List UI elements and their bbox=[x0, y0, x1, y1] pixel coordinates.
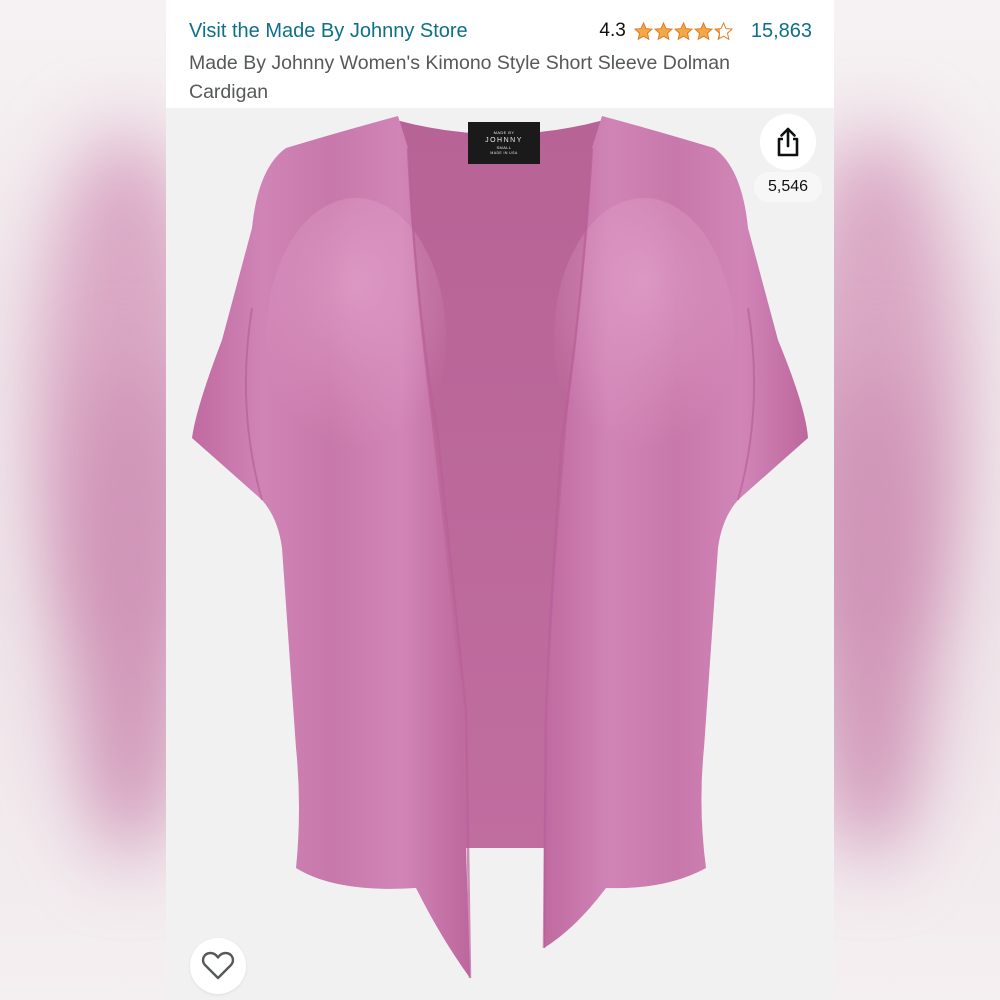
product-image[interactable]: MADE BY JOHNNY SMALL MADE IN USA bbox=[166, 108, 834, 1000]
left-blurred-backdrop bbox=[0, 0, 170, 1000]
share-icon bbox=[777, 127, 799, 157]
right-blurred-backdrop bbox=[830, 0, 1000, 1000]
review-count-link[interactable]: 15,863 bbox=[751, 20, 812, 43]
rating-value: 4.3 bbox=[599, 20, 626, 41]
product-header: Visit the Made By Johnny Store 4.3 15,86… bbox=[166, 0, 834, 108]
rating-summary[interactable]: 4.3 15,863 bbox=[599, 20, 812, 43]
brand-label-line: SMALL bbox=[496, 145, 511, 150]
star-icon bbox=[653, 21, 673, 40]
cardigan-image: MADE BY JOHNNY SMALL MADE IN USA bbox=[192, 116, 808, 979]
brand-label-line: MADE IN USA bbox=[490, 151, 517, 155]
product-title: Made By Johnny Women's Kimono Style Shor… bbox=[189, 52, 730, 103]
rating-stars bbox=[633, 21, 733, 41]
brand-label-line: JOHNNY bbox=[485, 137, 523, 144]
share-count: 5,546 bbox=[754, 172, 822, 202]
star-icon bbox=[633, 21, 653, 40]
store-rating-row: Visit the Made By Johnny Store 4.3 15,86… bbox=[189, 16, 812, 46]
heart-outline-icon bbox=[201, 951, 235, 980]
share-button[interactable] bbox=[760, 114, 816, 170]
star-icon bbox=[713, 21, 733, 40]
star-icon bbox=[673, 21, 693, 40]
favorite-button[interactable] bbox=[190, 938, 246, 994]
star-icon bbox=[693, 21, 713, 40]
brand-label-line: MADE BY bbox=[494, 130, 515, 135]
product-card: Visit the Made By Johnny Store 4.3 15,86… bbox=[166, 0, 834, 1000]
store-link[interactable]: Visit the Made By Johnny Store bbox=[189, 20, 468, 43]
